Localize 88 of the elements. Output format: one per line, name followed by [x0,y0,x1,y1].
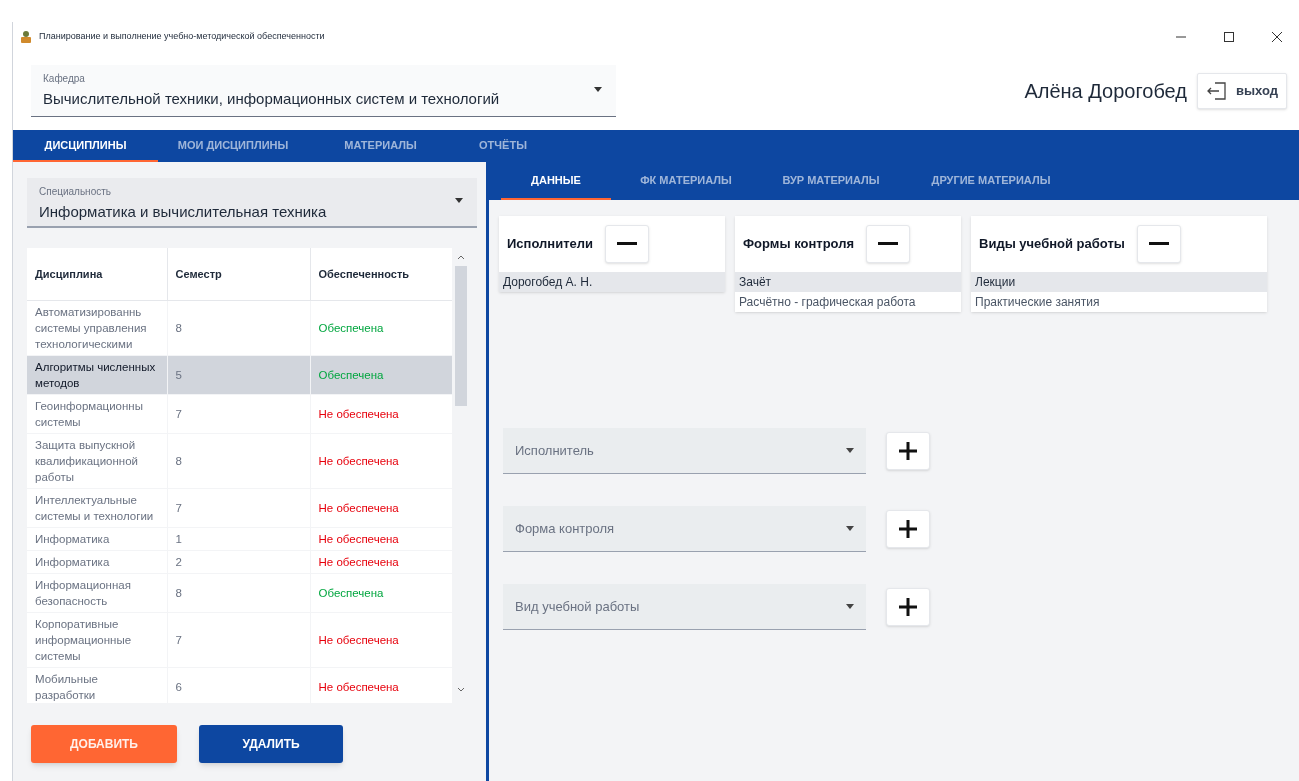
plus-icon [898,519,918,539]
column-header[interactable]: Обеспеченность [310,248,452,300]
dropdown-caret-icon [455,198,463,203]
scroll-down-icon[interactable] [457,687,465,693]
table-cell: 7 [167,488,310,527]
table-cell: 7 [167,394,310,433]
add-button[interactable] [886,510,930,548]
remove-button[interactable] [1136,225,1181,263]
plus-icon [898,441,918,461]
table-cell: 8 [167,433,310,488]
dropdown-caret-icon [846,604,854,609]
list-item[interactable]: Зачёт [735,272,961,292]
remove-button[interactable] [866,225,911,263]
column-header[interactable]: Дисциплина [27,248,167,300]
status-cell: Не обеспечена [310,667,452,703]
status-cell: Не обеспечена [310,394,452,433]
plus-icon [898,597,918,617]
dropdown-field[interactable]: Форма контроля [503,506,866,552]
logout-button[interactable]: выход [1196,73,1287,109]
table-cell[interactable]: Информатика [27,527,167,550]
placeholder: Форма контроля [515,519,616,538]
tab[interactable]: МАТЕРИАЛЫ [308,130,453,162]
field-label: Кафедра [43,72,86,86]
list-item[interactable]: Практические занятия [971,292,1267,312]
field-value: Вычислительной техники, информационных систем и технологий [43,89,501,109]
status-cell: Обеспечена [310,355,452,394]
table-cell: 6 [167,667,310,703]
tab[interactable]: МОИ ДИСЦИПЛИНЫ [158,130,308,162]
table-cell: 7 [167,612,310,667]
dropdown-field[interactable]: Исполнитель [503,428,866,474]
minus-icon [878,242,899,246]
user-name: Алёна Дорогобед [1024,79,1187,104]
logout-icon [1205,80,1228,102]
scrollbar-thumb[interactable] [455,266,467,406]
tab[interactable]: ДАННЫЕ [501,162,611,200]
status-cell: Не обеспечена [310,527,452,550]
table-cell: 8 [167,300,310,355]
close-icon[interactable] [1271,31,1283,43]
table-cell[interactable]: Мобильные разработки [27,667,167,703]
list-item[interactable]: Расчётно - графическая работа [735,292,961,312]
table-cell: 8 [167,573,310,612]
window-title: Планирование и выполнение учебно-методической обеспеченности [39,30,325,44]
list-title: Исполнители [507,235,593,254]
status-cell: Не обеспечена [310,550,452,573]
table-cell: 2 [167,550,310,573]
table-cell[interactable]: Защита выпускной квалификационной работы [27,433,167,488]
table-cell: 1 [167,527,310,550]
status-cell: Обеспечена [310,300,452,355]
remove-button[interactable] [605,225,649,263]
list-item[interactable]: Дорогобед А. Н. [499,272,725,292]
department-select[interactable]: Кафедра Вычислительной техники, информационных систем и технологий [31,65,616,117]
dropdown-caret-icon [846,526,854,531]
column-header[interactable]: Семестр [167,248,310,300]
dropdown-field[interactable]: Вид учебной работы [503,584,866,630]
scroll-up-icon[interactable] [457,254,465,260]
field-value: Информатика и вычислительная техника [39,202,328,222]
status-cell: Не обеспечена [310,433,452,488]
minus-icon [617,242,637,246]
status-cell: Не обеспечена [310,488,452,527]
tab[interactable]: ВУР МАТЕРИАЛЫ [761,162,901,200]
status-cell: Обеспечена [310,573,452,612]
table-cell[interactable]: Информатика [27,550,167,573]
table-cell[interactable]: Информационная безопасность [27,573,167,612]
add-button[interactable] [886,432,930,470]
table-cell[interactable]: Автоматизированнь системы управления технологическими [27,300,167,355]
list-title: Формы контроля [743,235,855,254]
tab[interactable]: ДРУГИЕ МАТЕРИАЛЫ [901,162,1081,200]
status-cell: Не обеспечена [310,612,452,667]
maximize-icon[interactable] [1223,31,1235,43]
list-item[interactable]: Лекции [971,272,1267,292]
field-label: Специальность [39,185,112,199]
table-cell[interactable]: Геоинформационны системы [27,394,167,433]
delete-button[interactable]: УДАЛИТЬ [199,725,343,763]
tab[interactable]: ОТЧЁТЫ [453,130,553,162]
minus-icon [1148,242,1169,246]
specialty-select[interactable]: Специальность Информатика и вычислительная техника [27,178,477,228]
table-cell[interactable]: Алгоритмы численных методов [27,355,167,394]
app-icon [19,30,33,44]
dropdown-caret-icon [846,448,854,453]
table-cell[interactable]: Интеллектуальные системы и технологии [27,488,167,527]
tab[interactable]: ФК МАТЕРИАЛЫ [611,162,761,200]
dropdown-caret-icon [594,87,602,92]
table-cell: 5 [167,355,310,394]
placeholder: Вид учебной работы [515,597,641,616]
add-button[interactable] [886,588,930,626]
table-cell[interactable]: Корпоративные информационные системы [27,612,167,667]
placeholder: Исполнитель [515,441,595,460]
list-title: Виды учебной работы [979,235,1125,254]
